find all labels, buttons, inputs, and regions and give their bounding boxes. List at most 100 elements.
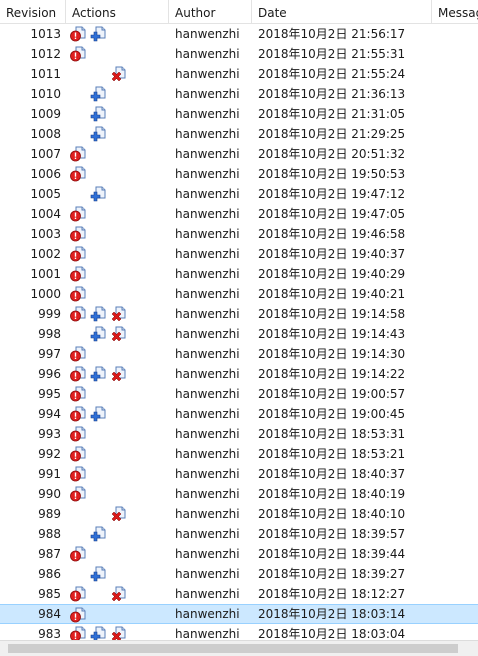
- modified-file-icon: [70, 546, 86, 562]
- revision-cell: 1004: [30, 207, 61, 221]
- scrollbar-thumb[interactable]: [8, 644, 458, 653]
- date-cell: 2018年10月2日 18:53:31: [258, 427, 406, 441]
- date-cell: 2018年10月2日 20:51:32: [258, 147, 406, 161]
- added-file-icon: [90, 306, 106, 322]
- column-header-date[interactable]: Date: [252, 0, 432, 24]
- table-row[interactable]: 993 hanwenzhi 2018年10月2日 18:53:31: [0, 424, 478, 444]
- added-file-icon: [90, 406, 106, 422]
- revision-cell: 1003: [30, 227, 61, 241]
- table-row[interactable]: 996 hanwenzhi 2018年10月2日 19:14:22: [0, 364, 478, 384]
- author-cell: hanwenzhi: [175, 327, 240, 341]
- column-header-message[interactable]: Messag: [432, 0, 478, 24]
- author-cell: hanwenzhi: [175, 27, 240, 41]
- modified-file-icon: [70, 306, 86, 322]
- modified-file-icon: [70, 226, 86, 242]
- author-cell: hanwenzhi: [175, 387, 240, 401]
- actions-cell: [66, 224, 169, 244]
- table-row[interactable]: 1003 hanwenzhi 2018年10月2日 19:46:58: [0, 224, 478, 244]
- table-row[interactable]: 1000 hanwenzhi 2018年10月2日 19:40:21: [0, 284, 478, 304]
- deleted-file-icon: [110, 66, 126, 82]
- actions-cell: [66, 44, 169, 64]
- table-row[interactable]: 1004 hanwenzhi 2018年10月2日 19:47:05: [0, 204, 478, 224]
- revision-cell: 991: [38, 467, 61, 481]
- author-cell: hanwenzhi: [175, 167, 240, 181]
- column-header-author[interactable]: Author: [169, 0, 252, 24]
- table-row[interactable]: 991 hanwenzhi 2018年10月2日 18:40:37: [0, 464, 478, 484]
- table-row[interactable]: 985 hanwenzhi 2018年10月2日 18:12:27: [0, 584, 478, 604]
- table-row[interactable]: 1008 hanwenzhi 2018年10月2日 21:29:25: [0, 124, 478, 144]
- date-cell: 2018年10月2日 19:47:12: [258, 187, 406, 201]
- date-cell: 2018年10月2日 19:40:37: [258, 247, 406, 261]
- table-row[interactable]: 1010 hanwenzhi 2018年10月2日 21:36:13: [0, 84, 478, 104]
- date-cell: 2018年10月2日 18:39:44: [258, 547, 406, 561]
- table-row[interactable]: 988 hanwenzhi 2018年10月2日 18:39:57: [0, 524, 478, 544]
- revision-cell: 1008: [30, 127, 61, 141]
- revision-cell: 1001: [30, 267, 61, 281]
- date-cell: 2018年10月2日 18:12:27: [258, 587, 406, 601]
- modified-file-icon: [70, 446, 86, 462]
- table-row[interactable]: 989 hanwenzhi 2018年10月2日 18:40:10: [0, 504, 478, 524]
- modified-file-icon: [70, 246, 86, 262]
- column-header-revision[interactable]: Revision: [0, 0, 66, 24]
- revision-cell: 1002: [30, 247, 61, 261]
- table-row[interactable]: 997 hanwenzhi 2018年10月2日 19:14:30: [0, 344, 478, 364]
- modified-file-icon: [70, 586, 86, 602]
- column-header-actions[interactable]: Actions: [66, 0, 169, 24]
- date-cell: 2018年10月2日 19:14:30: [258, 347, 406, 361]
- table-row[interactable]: 1011 hanwenzhi 2018年10月2日 21:55:24: [0, 64, 478, 84]
- table-row[interactable]: 994 hanwenzhi 2018年10月2日 19:00:45: [0, 404, 478, 424]
- actions-cell: [66, 564, 169, 584]
- author-cell: hanwenzhi: [175, 407, 240, 421]
- table-row[interactable]: 1002 hanwenzhi 2018年10月2日 19:40:37: [0, 244, 478, 264]
- date-cell: 2018年10月2日 19:14:43: [258, 327, 406, 341]
- modified-file-icon: [70, 346, 86, 362]
- table-row[interactable]: 1001 hanwenzhi 2018年10月2日 19:40:29: [0, 264, 478, 284]
- table-row[interactable]: 987 hanwenzhi 2018年10月2日 18:39:44: [0, 544, 478, 564]
- author-cell: hanwenzhi: [175, 507, 240, 521]
- actions-cell: [66, 144, 169, 164]
- modified-file-icon: [70, 266, 86, 282]
- added-file-icon: [90, 126, 106, 142]
- revision-cell: 990: [38, 487, 61, 501]
- actions-cell: [66, 605, 169, 623]
- author-cell: hanwenzhi: [175, 487, 240, 501]
- revision-cell: 985: [38, 587, 61, 601]
- revision-list: 1013 hanwenzhi 2018年10月2日 21:56:17 1012 hanw…: [0, 24, 478, 640]
- revision-cell: 1009: [30, 107, 61, 121]
- table-row[interactable]: 984 hanwenzhi 2018年10月2日 18:03:14: [0, 604, 478, 624]
- actions-cell: [66, 244, 169, 264]
- deleted-file-icon: [110, 306, 126, 322]
- table-row[interactable]: 986 hanwenzhi 2018年10月2日 18:39:27: [0, 564, 478, 584]
- author-cell: hanwenzhi: [175, 367, 240, 381]
- table-row[interactable]: 1007 hanwenzhi 2018年10月2日 20:51:32: [0, 144, 478, 164]
- table-row[interactable]: 1005 hanwenzhi 2018年10月2日 19:47:12: [0, 184, 478, 204]
- deleted-file-icon: [110, 326, 126, 342]
- date-cell: 2018年10月2日 18:03:14: [258, 607, 406, 621]
- added-file-icon: [90, 326, 106, 342]
- table-row[interactable]: 1012 hanwenzhi 2018年10月2日 21:55:31: [0, 44, 478, 64]
- actions-cell: [66, 464, 169, 484]
- horizontal-scrollbar[interactable]: [0, 640, 478, 656]
- author-cell: hanwenzhi: [175, 107, 240, 121]
- revision-cell: 984: [38, 607, 61, 621]
- author-cell: hanwenzhi: [175, 87, 240, 101]
- table-row[interactable]: 1006 hanwenzhi 2018年10月2日 19:50:53: [0, 164, 478, 184]
- actions-cell: [66, 284, 169, 304]
- date-cell: 2018年10月2日 21:29:25: [258, 127, 406, 141]
- date-cell: 2018年10月2日 19:40:29: [258, 267, 406, 281]
- table-row[interactable]: 992 hanwenzhi 2018年10月2日 18:53:21: [0, 444, 478, 464]
- table-row[interactable]: 983 hanwenzhi 2018年10月2日 18:03:04: [0, 624, 478, 640]
- date-cell: 2018年10月2日 21:56:17: [258, 27, 406, 41]
- table-row[interactable]: 999 hanwenzhi 2018年10月2日 19:14:58: [0, 304, 478, 324]
- table-row[interactable]: 1009 hanwenzhi 2018年10月2日 21:31:05: [0, 104, 478, 124]
- revision-cell: 1007: [30, 147, 61, 161]
- revision-cell: 998: [38, 327, 61, 341]
- table-row[interactable]: 1013 hanwenzhi 2018年10月2日 21:56:17: [0, 24, 478, 44]
- table-row[interactable]: 990 hanwenzhi 2018年10月2日 18:40:19: [0, 484, 478, 504]
- table-row[interactable]: 998 hanwenzhi 2018年10月2日 19:14:43: [0, 324, 478, 344]
- date-cell: 2018年10月2日 21:31:05: [258, 107, 406, 121]
- author-cell: hanwenzhi: [175, 287, 240, 301]
- added-file-icon: [90, 366, 106, 382]
- table-row[interactable]: 995 hanwenzhi 2018年10月2日 19:00:57: [0, 384, 478, 404]
- author-cell: hanwenzhi: [175, 587, 240, 601]
